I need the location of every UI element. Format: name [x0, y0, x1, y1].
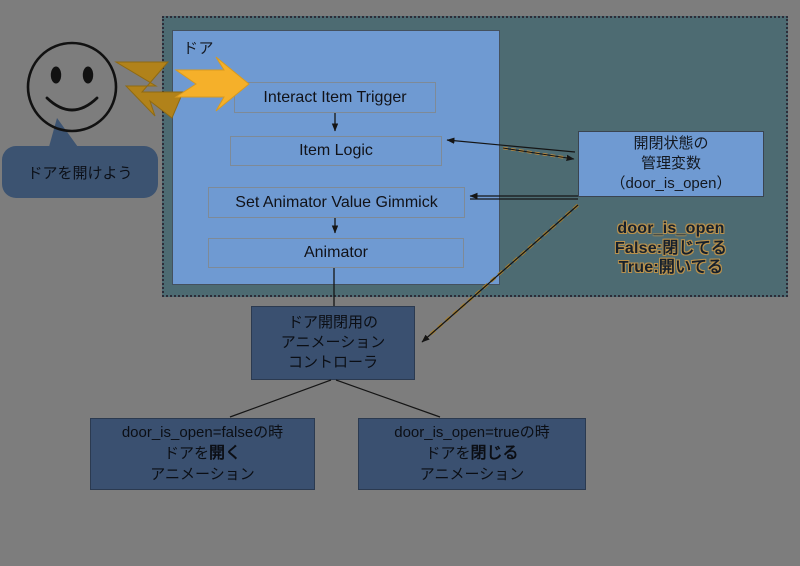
node-item-logic-label: Item Logic — [299, 142, 373, 160]
anim-true-line-3: アニメーション — [419, 465, 525, 483]
anim-true-line-2-prefix: ドアを — [425, 445, 471, 463]
node-animation-state-false[interactable]: door_is_open=falseの時 ドアを開く アニメーション — [90, 418, 315, 490]
node-interact-item-trigger-label: Interact Item Trigger — [263, 88, 407, 106]
node-door-is-open-variable[interactable]: 開閉状態の 管理変数 （door_is_open） — [578, 131, 764, 197]
node-animation-controller[interactable]: ドア開閉用の アニメーション コントローラ — [251, 306, 415, 380]
anim-true-line-2: ドアを閉じる — [425, 443, 518, 465]
variable-box-line-2: 管理変数 — [640, 155, 701, 173]
speech-bubble-text: ドアを開けよう — [27, 164, 133, 182]
edge-controller-to-anim-false — [229, 379, 332, 418]
edge-controller-to-anim-true — [335, 379, 441, 418]
animation-controller-line-2: アニメーション — [280, 334, 386, 352]
animation-controller-line-1: ドア開閉用の — [287, 314, 378, 332]
node-animation-state-true[interactable]: door_is_open=trueの時 ドアを閉じる アニメーション — [358, 418, 586, 490]
node-animator[interactable]: Animator — [208, 238, 464, 268]
node-animator-label: Animator — [303, 244, 369, 262]
anim-false-line-3: アニメーション — [150, 465, 255, 483]
variable-legend-line-1: door_is_open — [617, 220, 725, 237]
variable-box-line-3: （door_is_open） — [610, 174, 732, 192]
variable-box-line-1: 開閉状態の — [633, 135, 709, 153]
anim-false-line-2: ドアを開く — [164, 443, 241, 465]
animation-controller-line-3: コントローラ — [287, 353, 378, 371]
node-set-animator-value-gimmick-label: Set Animator Value Gimmick — [235, 193, 438, 211]
node-item-logic[interactable]: Item Logic — [230, 136, 442, 166]
variable-legend-line-2: False:閉じてる — [614, 239, 728, 257]
variable-legend-line-3: True:開いてる — [618, 259, 724, 277]
anim-false-line-2-bold: 開く — [209, 445, 242, 463]
anim-true-line-1: door_is_open=trueの時 — [394, 423, 550, 441]
node-set-animator-value-gimmick[interactable]: Set Animator Value Gimmick — [208, 187, 465, 218]
diagram-canvas: ドア Interact Item Trigger Item Logic Set … — [0, 0, 800, 566]
anim-false-line-2-prefix: ドアを — [163, 445, 209, 463]
speech-bubble: ドアを開けよう — [2, 146, 158, 198]
anim-false-line-1: door_is_open=falseの時 — [121, 423, 284, 441]
anim-true-line-2-bold: 閉じる — [470, 445, 519, 463]
node-interact-item-trigger[interactable]: Interact Item Trigger — [234, 82, 436, 113]
door-group-label: ドア — [183, 40, 215, 57]
variable-legend: door_is_open False:閉じてる True:開いてる — [578, 219, 764, 278]
